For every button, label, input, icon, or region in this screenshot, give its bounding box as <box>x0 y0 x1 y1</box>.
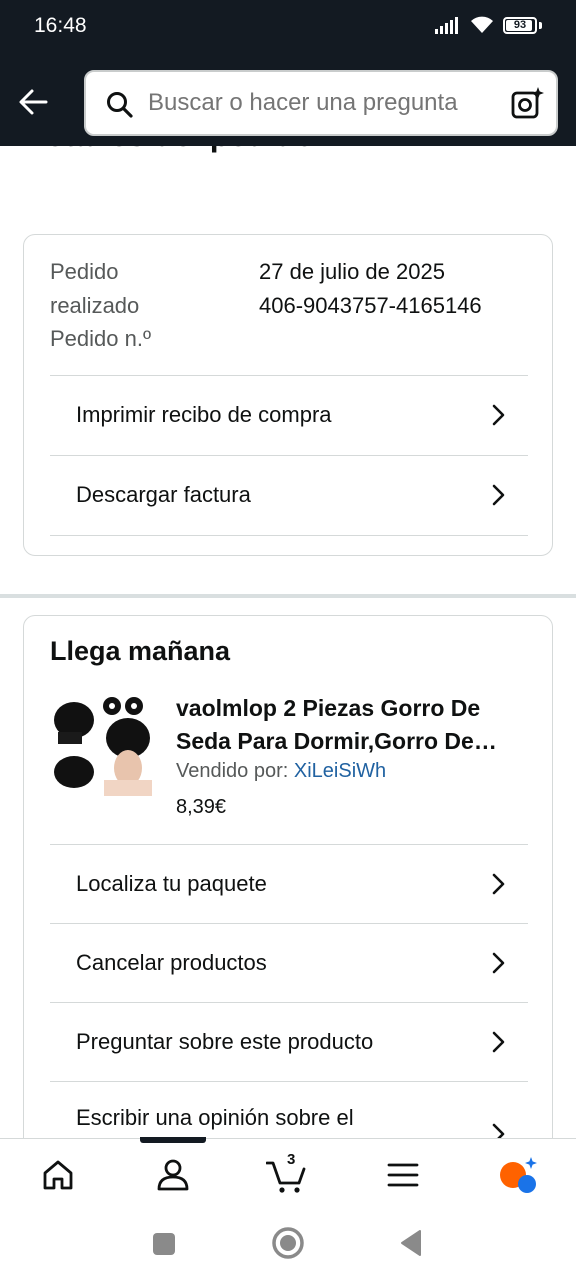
ask-product-label: Preguntar sobre este producto <box>76 1029 374 1054</box>
chevron-right-icon <box>492 404 505 426</box>
sold-by-label: Vendido por: <box>176 760 289 782</box>
system-navigation <box>0 1210 576 1280</box>
print-receipt-row[interactable]: Imprimir recibo de compra <box>50 375 528 455</box>
ask-product-row[interactable]: Preguntar sobre este producto <box>50 1002 528 1082</box>
order-number-label: Pedido n.º <box>50 326 151 351</box>
cancel-items-label: Cancelar productos <box>76 950 267 975</box>
cancel-items-row[interactable]: Cancelar productos <box>50 923 528 1003</box>
product-price: 8,39€ <box>176 796 227 818</box>
seller-line: Vendido por: XiLeiSiWh <box>176 760 386 783</box>
write-review-row[interactable]: Escribir una opinión sobre el <box>50 1081 528 1138</box>
search-input[interactable] <box>148 72 493 134</box>
status-time: 16:48 <box>34 14 87 37</box>
chevron-right-icon <box>492 952 505 974</box>
chevron-right-icon <box>492 1123 505 1138</box>
camera-search-icon[interactable] <box>510 86 544 120</box>
wifi-icon <box>471 16 493 33</box>
search-icon <box>107 92 133 118</box>
order-date-label-1: Pedido <box>50 259 119 284</box>
print-receipt-label: Imprimir recibo de compra <box>76 402 332 427</box>
download-invoice-row[interactable]: Descargar factura <box>50 455 528 535</box>
rufus-assistant-icon[interactable] <box>498 1155 538 1195</box>
home-button-icon[interactable] <box>271 1226 305 1260</box>
page-title: Detalles del pedido <box>23 146 323 158</box>
delivery-heading: Llega mañana <box>50 636 231 666</box>
cart-button[interactable]: 3 <box>265 1151 306 1195</box>
back-arrow-icon[interactable] <box>16 84 52 120</box>
content-area: Detalles del pedido Pedido realizado Ped… <box>0 146 576 1138</box>
track-package-row[interactable]: Localiza tu paquete <box>50 844 528 924</box>
shipment-card: Llega mañana vaolmlop 2 Piezas Gorro De … <box>23 615 553 1138</box>
order-number: 406-9043757-4165146 <box>259 293 482 318</box>
active-tab-indicator <box>140 1137 206 1143</box>
recents-button-icon[interactable] <box>150 1230 178 1258</box>
menu-icon[interactable] <box>383 1155 423 1195</box>
track-package-label: Localiza tu paquete <box>76 871 267 896</box>
search-bar[interactable] <box>84 70 558 136</box>
bottom-nav: 3 <box>0 1137 576 1210</box>
account-icon[interactable] <box>153 1155 193 1195</box>
cart-icon <box>265 1161 306 1193</box>
order-date-label-2: realizado <box>50 293 140 318</box>
back-button-icon[interactable] <box>398 1228 424 1258</box>
battery-icon: 93 <box>503 16 537 34</box>
product-thumbnail[interactable] <box>52 694 154 796</box>
battery-tip <box>539 21 542 29</box>
product-title[interactable]: vaolmlop 2 Piezas Gorro De Seda Para Dor… <box>176 692 526 758</box>
status-icons: 93 <box>435 15 542 35</box>
home-icon[interactable] <box>38 1155 78 1195</box>
top-header: 16:48 93 <box>0 0 576 146</box>
chevron-right-icon <box>492 873 505 895</box>
order-info-card: Pedido realizado Pedido n.º 27 de julio … <box>23 234 553 556</box>
order-date: 27 de julio de 2025 <box>259 259 445 284</box>
write-review-label: Escribir una opinión sobre el <box>76 1105 354 1130</box>
seller-link[interactable]: XiLeiSiWh <box>294 760 386 782</box>
cart-count: 3 <box>287 1151 296 1168</box>
download-invoice-label: Descargar factura <box>76 482 251 507</box>
divider <box>50 535 528 536</box>
battery-level: 93 <box>513 19 527 31</box>
chevron-right-icon <box>492 1031 505 1053</box>
chevron-right-icon <box>492 484 505 506</box>
section-separator <box>0 594 576 598</box>
signal-icon <box>435 17 458 34</box>
